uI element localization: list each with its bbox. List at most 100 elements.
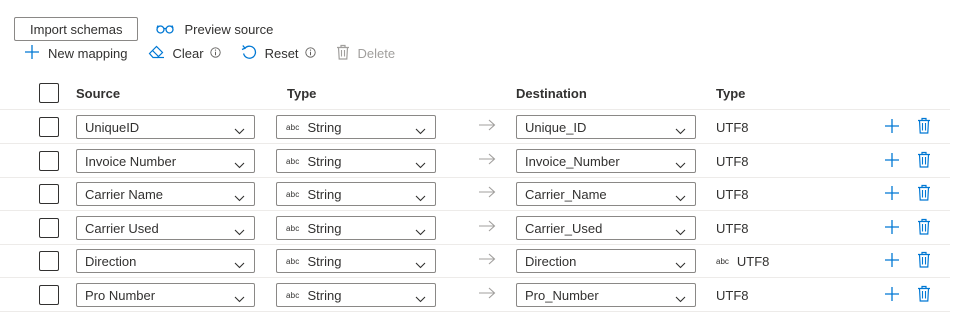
dest-type: UTF8: [716, 221, 749, 236]
destination-dropdown[interactable]: Pro_Number: [516, 283, 696, 307]
source-value: Carrier Used: [85, 220, 159, 236]
destination-value: Unique_ID: [525, 119, 587, 135]
delete-row-icon[interactable]: [917, 251, 931, 271]
destination-value: Carrier_Used: [525, 220, 603, 236]
preview-source-label: Preview source: [184, 21, 274, 37]
plus-icon: [24, 44, 40, 63]
reset-button[interactable]: Reset: [241, 44, 316, 63]
type-dropdown[interactable]: abc String: [276, 249, 436, 273]
arrow-right-icon: [478, 186, 496, 201]
destination-dropdown[interactable]: Carrier_Used: [516, 216, 696, 240]
glasses-icon: [156, 22, 175, 37]
string-type-badge: abc: [286, 290, 300, 300]
dest-type-value: UTF8: [716, 221, 749, 236]
source-dropdown[interactable]: Invoice Number: [76, 149, 255, 173]
row-checkbox[interactable]: [39, 151, 59, 171]
type-dropdown[interactable]: abc String: [276, 283, 436, 307]
undo-icon: [241, 44, 257, 63]
chevron-down-icon: [415, 224, 426, 239]
source-dropdown[interactable]: Direction: [76, 249, 255, 273]
delete-row-icon[interactable]: [917, 218, 931, 238]
chevron-down-icon: [675, 190, 686, 205]
add-row-icon[interactable]: [884, 185, 900, 204]
destination-value: Carrier_Name: [525, 186, 607, 202]
dest-type: UTF8: [716, 120, 749, 135]
dest-type: UTF8: [716, 187, 749, 202]
destination-dropdown[interactable]: Unique_ID: [516, 115, 696, 139]
new-mapping-button[interactable]: New mapping: [24, 44, 128, 63]
select-all-checkbox[interactable]: [39, 83, 59, 103]
delete-label: Delete: [357, 45, 396, 61]
source-value: Direction: [85, 253, 137, 269]
info-icon: [209, 46, 221, 61]
chevron-down-icon: [415, 190, 426, 205]
delete-row-icon[interactable]: [917, 151, 931, 171]
reset-label: Reset: [264, 45, 299, 61]
arrow-right-icon: [478, 153, 496, 168]
chevron-down-icon: [234, 123, 245, 138]
arrow-right-icon: [478, 220, 496, 235]
source-value: Invoice Number: [85, 153, 177, 169]
row-checkbox[interactable]: [39, 218, 59, 238]
add-row-icon[interactable]: [884, 252, 900, 271]
dest-type-value: UTF8: [716, 288, 749, 303]
row-checkbox[interactable]: [39, 285, 59, 305]
chevron-down-icon: [234, 190, 245, 205]
destination-dropdown[interactable]: Invoice_Number: [516, 149, 696, 173]
arrow-right-icon: [478, 119, 496, 134]
arrow-right-icon: [478, 287, 496, 302]
string-type-badge: abc: [286, 122, 300, 132]
table-row: Pro Number abc String Pro_Number UTF8: [0, 278, 950, 312]
delete-row-icon[interactable]: [917, 184, 931, 204]
source-dropdown[interactable]: Pro Number: [76, 283, 255, 307]
dest-type-badge: abc: [716, 257, 729, 266]
type-dropdown[interactable]: abc String: [276, 182, 436, 206]
dest-type-value: UTF8: [716, 154, 749, 169]
dest-type-value: UTF8: [716, 120, 749, 135]
import-schemas-label: Import schemas: [30, 21, 123, 37]
header-type: Type: [287, 86, 317, 101]
chevron-down-icon: [415, 291, 426, 306]
import-schemas-button[interactable]: Import schemas: [14, 17, 139, 41]
header-dest-type: Type: [716, 86, 746, 101]
source-value: UniqueID: [85, 119, 140, 135]
table-row: Carrier Used abc String Carrier_Used UTF…: [0, 211, 950, 245]
chevron-down-icon: [675, 123, 686, 138]
preview-source-button[interactable]: Preview source: [156, 22, 273, 37]
row-checkbox[interactable]: [39, 251, 59, 271]
destination-dropdown[interactable]: Carrier_Name: [516, 182, 696, 206]
type-dropdown[interactable]: abc String: [276, 149, 436, 173]
chevron-down-icon: [415, 123, 426, 138]
source-dropdown[interactable]: Carrier Used: [76, 216, 255, 240]
delete-row-icon[interactable]: [917, 117, 931, 137]
clear-button[interactable]: Clear: [148, 44, 221, 62]
add-row-icon[interactable]: [884, 118, 900, 137]
type-dropdown[interactable]: abc String: [276, 216, 436, 240]
table-row: Direction abc String Direction abc UTF8: [0, 244, 950, 278]
source-dropdown[interactable]: Carrier Name: [76, 182, 255, 206]
destination-value: Pro_Number: [525, 287, 599, 303]
row-checkbox[interactable]: [39, 184, 59, 204]
type-dropdown[interactable]: abc String: [276, 115, 436, 139]
chevron-down-icon: [234, 157, 245, 172]
chevron-down-icon: [234, 257, 245, 272]
header-destination: Destination: [516, 86, 587, 101]
row-checkbox[interactable]: [39, 117, 59, 137]
chevron-down-icon: [415, 257, 426, 272]
add-row-icon[interactable]: [884, 152, 900, 171]
source-dropdown[interactable]: UniqueID: [76, 115, 255, 139]
destination-value: Invoice_Number: [525, 153, 620, 169]
string-type-badge: abc: [286, 223, 300, 233]
eraser-icon: [148, 44, 165, 62]
string-type-badge: abc: [286, 256, 300, 266]
dest-type: abc UTF8: [716, 254, 769, 269]
chevron-down-icon: [234, 291, 245, 306]
table-row: UniqueID abc String Unique_ID UTF8: [0, 110, 950, 144]
destination-dropdown[interactable]: Direction: [516, 249, 696, 273]
add-row-icon[interactable]: [884, 219, 900, 238]
delete-button[interactable]: Delete: [336, 44, 396, 63]
add-row-icon[interactable]: [884, 286, 900, 305]
chevron-down-icon: [675, 224, 686, 239]
delete-row-icon[interactable]: [917, 285, 931, 305]
table-row: Carrier Name abc String Carrier_Name UTF…: [0, 177, 950, 211]
